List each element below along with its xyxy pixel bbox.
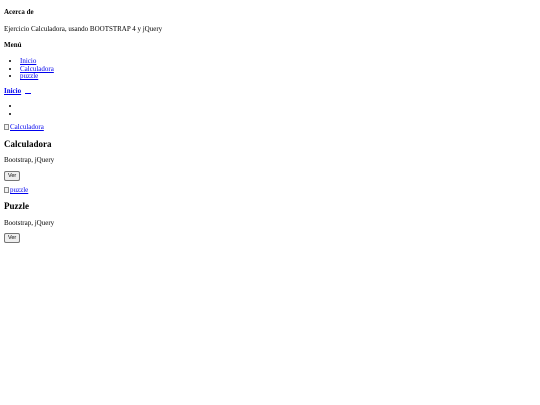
hamburger-icon[interactable]: [24, 89, 31, 94]
about-heading: Acerca de: [4, 8, 34, 16]
navbar-brand[interactable]: Inicio: [4, 87, 21, 95]
navbar-empty-list: [10, 102, 22, 118]
card-title-puzzle: Puzzle: [4, 201, 29, 211]
card-text-puzzle: Bootstrap, jQuery: [4, 219, 55, 227]
broken-image-icon: [4, 124, 9, 130]
navbar-empty-item: [20, 102, 22, 110]
menu-item-puzzle: puzzle: [20, 72, 54, 81]
card-image-puzzle[interactable]: puzzle: [4, 186, 28, 195]
menu-list: Inicio Calculadora puzzle: [10, 57, 54, 81]
ver-button-puzzle[interactable]: Ver: [4, 233, 21, 243]
ver-button-calculadora[interactable]: Ver: [4, 171, 21, 181]
navbar: Inicio: [4, 87, 31, 96]
card-title-calculadora: Calculadora: [4, 139, 52, 149]
card-text-calculadora: Bootstrap, jQuery: [4, 156, 55, 164]
menu-heading: Menú: [4, 41, 22, 49]
menu-link-puzzle[interactable]: puzzle: [20, 72, 38, 80]
card-image-alt: Calculadora: [10, 123, 44, 131]
card-image-alt: puzzle: [10, 186, 29, 194]
about-description: Ejercicio Calculadora, usando BOOTSTRAP …: [4, 25, 163, 33]
card-image-calculadora[interactable]: Calculadora: [4, 123, 44, 132]
navbar-empty-item: [20, 110, 22, 118]
broken-image-icon: [4, 187, 9, 193]
